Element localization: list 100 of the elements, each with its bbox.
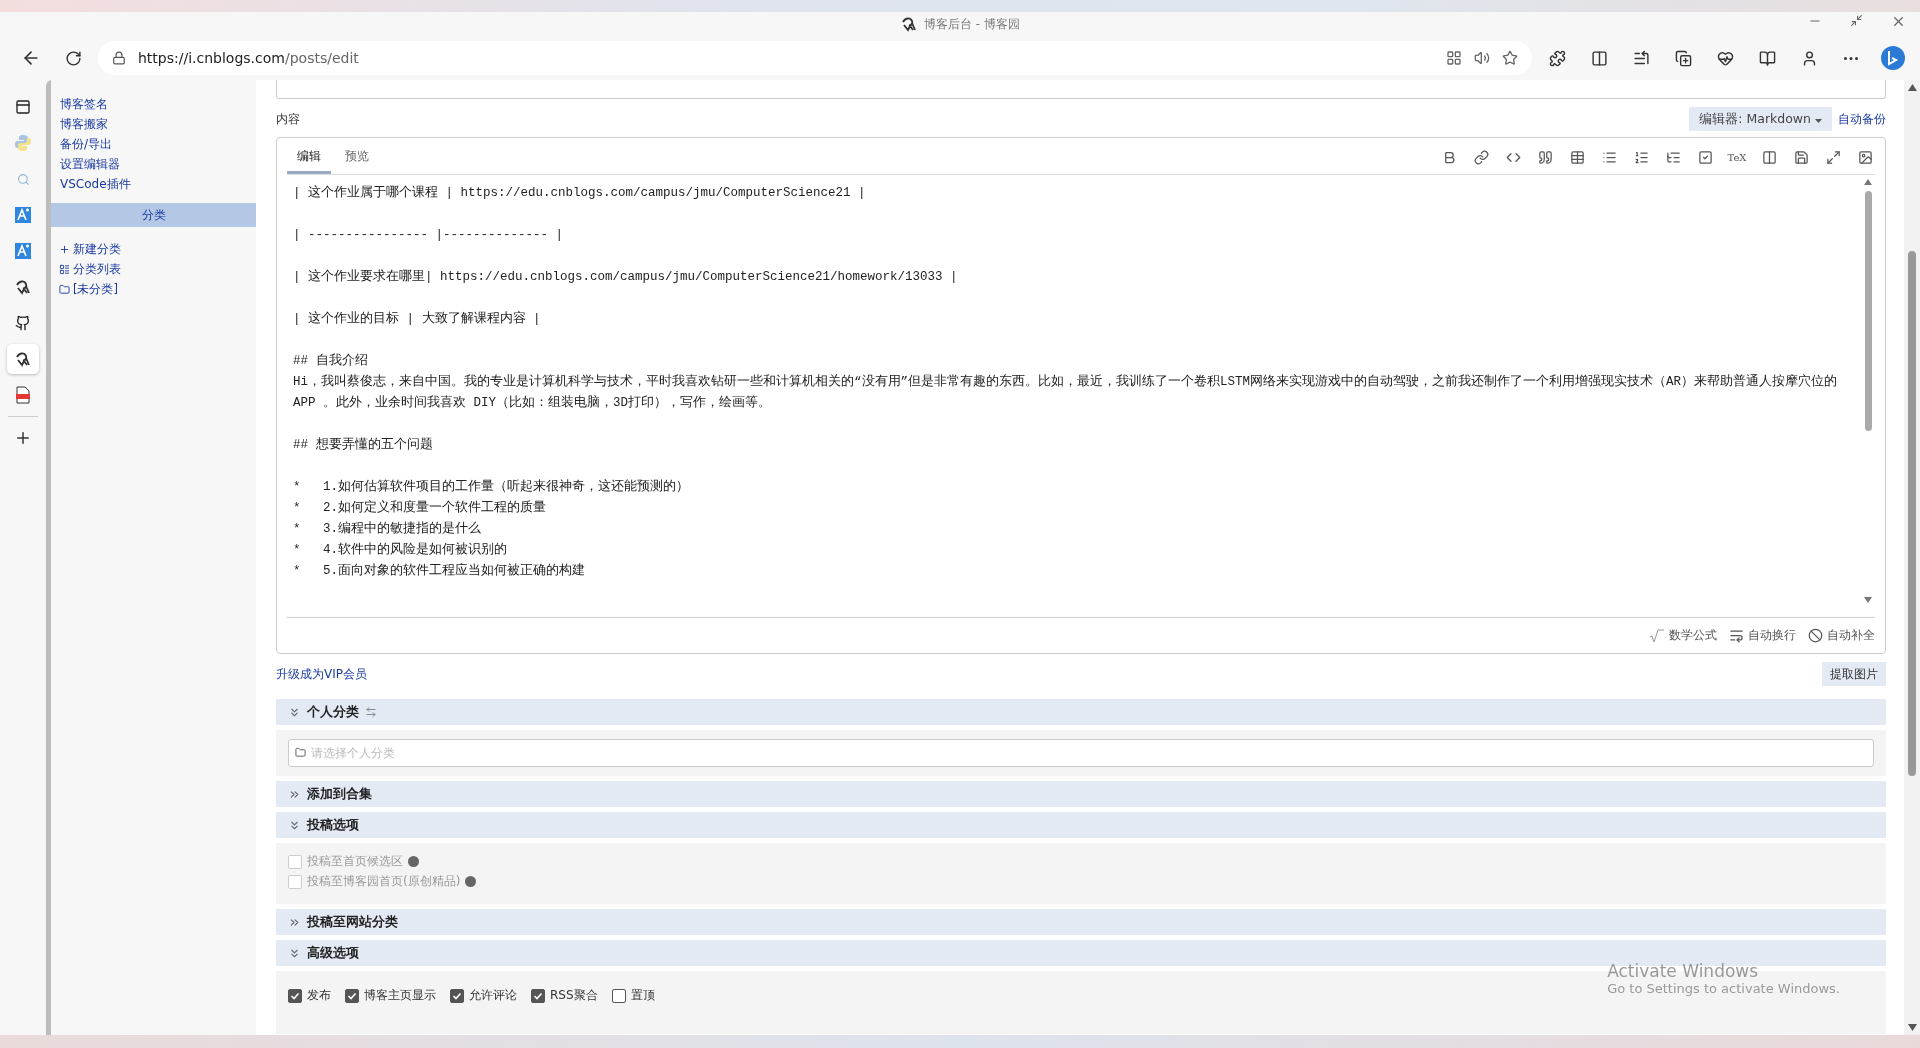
tabs-icon — [15, 99, 31, 115]
folder-icon — [59, 283, 70, 295]
pdf-icon — [15, 386, 31, 404]
editor-option-button[interactable]: 自动换行 — [1729, 627, 1796, 644]
editor-line: * 4.软件中的风险是如何被识别的 — [293, 541, 508, 559]
section-header[interactable]: 添加到合集 — [276, 781, 1886, 807]
translate-icon — [15, 207, 31, 223]
scroll-down-icon[interactable] — [1907, 1024, 1917, 1031]
image-icon — [1857, 149, 1873, 165]
reload-icon — [64, 49, 82, 67]
section-header[interactable]: 个人分类 — [276, 699, 1886, 725]
checkbox[interactable] — [450, 988, 464, 1003]
wrap-icon — [1729, 628, 1744, 643]
category-link[interactable]: [未分类] — [59, 279, 118, 299]
plus-icon — [14, 429, 32, 447]
editor-tab[interactable]: 编辑 — [287, 148, 331, 174]
nav-link[interactable]: 备份/导出 — [51, 134, 113, 154]
editor-tab[interactable]: 预览 — [335, 148, 379, 174]
checkbox-icon — [1697, 149, 1713, 165]
search-icon — [16, 172, 30, 186]
vip-link[interactable]: 升级成为VIP会员 — [276, 665, 367, 683]
scrollbar-thumb[interactable] — [1864, 191, 1872, 431]
close-icon[interactable] — [1891, 14, 1906, 29]
app-available-icon[interactable] — [1446, 50, 1462, 66]
editor-line: | 这个作业属于哪个课程 | https://edu.cnblogs.com/campus/jmu/ComputerScience21 | — [293, 184, 867, 202]
editor-line: * 3.编程中的敏捷指的是什么 — [293, 520, 482, 538]
editor-option-button[interactable]: 数学公式 — [1649, 627, 1717, 644]
content-label: 内容 — [276, 110, 300, 128]
translate-icon — [15, 243, 31, 259]
category-link[interactable]: 分类列表 — [59, 259, 121, 279]
favorites-icon — [1632, 49, 1650, 67]
toolbar-button[interactable] — [1471, 148, 1491, 166]
link-icon — [1473, 149, 1489, 165]
section-header[interactable]: 投稿至网站分类 — [276, 909, 1886, 935]
columns-icon — [1761, 149, 1777, 165]
checkbox[interactable] — [611, 988, 626, 1003]
editor-line: ## 想要弄懂的五个问题 — [293, 436, 434, 454]
sidebar-app-button[interactable] — [7, 344, 39, 374]
save-icon — [1793, 149, 1809, 165]
category-field[interactable]: 请选择个人分类 — [288, 739, 1874, 767]
activation-subtitle: Go to Settings to activate Windows. — [1607, 981, 1840, 996]
editor-line: | 这个作业的目标 | 大致了解课程内容 | — [293, 310, 542, 328]
checkbox[interactable] — [345, 988, 359, 1003]
cnblogs-icon — [900, 15, 918, 33]
square-root-icon — [1649, 628, 1665, 643]
split-screen-icon — [1590, 49, 1608, 67]
plus-icon — [59, 243, 70, 255]
check-icon — [347, 990, 357, 1001]
editor-line: * 5.面向对象的软件工程应当如何被正确的构建 — [293, 562, 586, 580]
puzzle-icon — [1548, 49, 1566, 67]
editor-option-button[interactable]: 自动补全 — [1808, 627, 1875, 644]
title-field[interactable] — [276, 80, 1886, 99]
read-aloud-icon[interactable] — [1474, 50, 1490, 66]
editor-line: * 2.如何定义和度量一个软件工程的质量 — [293, 499, 547, 517]
nav-link[interactable]: 博客搬家 — [51, 114, 108, 134]
auto-backup-link[interactable]: 自动备份 — [1838, 110, 1886, 128]
editor-line: Hi，我叫蔡俊志，来自中国。我的专业是计算机科学与技术，平时我喜欢钻研一些和计算机相关的“没有用”但是非常有趣的东西。比如，最近，我训练了一个卷积LSTM网络来实现游戏中的自动驾驶，之前我还制作了一个利用增强现实技术（AR）来帮助普通人按摩穴位的 APP 。此外，业余时间我喜欢 DIY（比如：组装电脑，3D打印），写作，绘画等。 — [293, 373, 1838, 412]
checkbox-option[interactable]: 允许评论 — [450, 987, 517, 1004]
editor-mode-dropdown[interactable]: 编辑器: Markdown — [1689, 107, 1832, 131]
caret-icon — [1815, 118, 1822, 123]
checkbox-option[interactable]: 置顶 — [611, 987, 655, 1004]
cnblogs-icon — [14, 278, 32, 296]
nav-link[interactable]: VSCode插件 — [51, 174, 131, 194]
disabled-icon — [1808, 628, 1823, 643]
nav-link[interactable]: 博客签名 — [51, 94, 108, 114]
checkbox[interactable] — [288, 988, 302, 1003]
checkbox[interactable] — [531, 988, 545, 1003]
extract-images-button[interactable]: 提取图片 — [1822, 662, 1886, 686]
scroll-up-icon[interactable] — [1907, 84, 1917, 91]
checkbox-option[interactable]: 发布 — [288, 987, 331, 1004]
checkbox-option[interactable]: RSS聚合 — [531, 987, 598, 1004]
checkbox-option[interactable]: 博客主页显示 — [345, 987, 436, 1004]
check-icon — [290, 990, 300, 1001]
favorite-icon[interactable] — [1502, 50, 1518, 66]
github-icon — [15, 315, 31, 331]
editor-line: | 这个作业要求在哪里| https://edu.cnblogs.com/campus/jmu/ComputerScience21/homework/13033 | — [293, 268, 959, 286]
scroll-down-icon[interactable] — [1864, 597, 1872, 603]
fullscreen-icon — [1825, 149, 1841, 165]
tex-button[interactable]: TeX — [1727, 148, 1747, 166]
quote-icon — [1537, 149, 1553, 165]
table-icon — [1569, 149, 1585, 165]
check-icon — [452, 990, 462, 1001]
lock-icon — [112, 51, 126, 65]
section-header[interactable]: 投稿选项 — [276, 812, 1886, 838]
scroll-up-icon[interactable] — [1864, 179, 1872, 185]
nav-link[interactable]: 设置编辑器 — [51, 154, 120, 174]
copilot-icon — [1880, 45, 1906, 71]
restore-icon[interactable] — [1850, 14, 1863, 27]
address-bar[interactable]: https://i.cnblogs.com/posts/edit — [98, 41, 1532, 75]
category-header: 分类 — [51, 203, 256, 227]
switch-icon — [365, 706, 377, 718]
scrollbar-thumb[interactable] — [1908, 251, 1916, 776]
numbered-list-icon — [1633, 149, 1649, 165]
indent-icon — [1665, 149, 1681, 165]
collections-icon — [1674, 49, 1692, 67]
editor-line: ## 自我介绍 — [293, 352, 369, 370]
editor-line: | ---------------- |-------------- | — [293, 227, 565, 244]
python-icon — [14, 134, 32, 152]
list-icon — [1601, 149, 1617, 165]
category-link[interactable]: 新建分类 — [59, 239, 121, 259]
